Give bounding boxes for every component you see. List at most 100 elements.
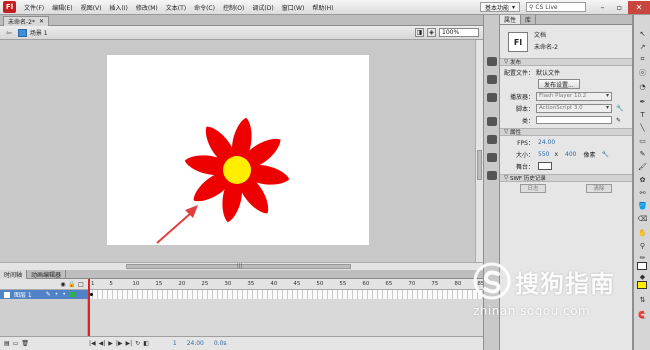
close-icon[interactable]: ✕: [39, 18, 44, 25]
maximize-button[interactable]: ▫: [611, 1, 628, 14]
menu-view[interactable]: 视图(V): [77, 3, 106, 12]
zoom-tool-icon[interactable]: ⚲: [638, 241, 647, 250]
dot-icon[interactable]: •: [62, 291, 66, 298]
flower[interactable]: [183, 116, 291, 224]
pen-tool-icon[interactable]: ✒: [638, 97, 647, 106]
menu-commands[interactable]: 命令(C): [190, 3, 219, 12]
eye-icon[interactable]: ◉: [60, 281, 66, 288]
fps-value[interactable]: 24.00: [538, 139, 555, 146]
free-transform-icon[interactable]: ⌗: [638, 55, 647, 64]
next-frame-icon[interactable]: |▶: [116, 340, 123, 347]
publish-section-header[interactable]: ▽ 发布: [500, 58, 632, 66]
clear-button[interactable]: 清除: [586, 183, 612, 193]
player-select[interactable]: Flash Player 10.2: [536, 91, 612, 101]
rectangle-tool-icon[interactable]: ▭: [638, 136, 647, 145]
3d-rotation-icon[interactable]: ◔: [638, 82, 647, 91]
hand-tool-icon[interactable]: ✋: [638, 228, 647, 237]
playhead[interactable]: [88, 279, 90, 344]
layer-name-cell[interactable]: 图层 1 ✎ • •: [0, 290, 88, 299]
workspace-switcher[interactable]: 基本功能 ▾: [479, 2, 520, 12]
paint-bucket-icon[interactable]: 🪣: [638, 201, 647, 210]
components-icon[interactable]: [487, 153, 497, 162]
transform-icon[interactable]: [487, 135, 497, 144]
subselection-tool-icon[interactable]: ↗: [638, 42, 647, 51]
class-input[interactable]: [536, 116, 612, 124]
play-icon[interactable]: ▶: [108, 340, 113, 347]
menu-insert[interactable]: 插入(I): [105, 3, 131, 12]
minimize-button[interactable]: –: [594, 1, 611, 14]
stage-width[interactable]: 550: [538, 151, 549, 158]
script-select[interactable]: ActionScript 3.0: [536, 103, 612, 113]
wrench-icon[interactable]: 🔧: [601, 151, 608, 158]
last-frame-icon[interactable]: ▶|: [126, 340, 133, 347]
menu-help[interactable]: 帮助(H): [308, 3, 337, 12]
document-tab[interactable]: 未命名-2* ✕: [3, 16, 50, 26]
fill-color-swatch[interactable]: [637, 281, 647, 289]
menu-text[interactable]: 文本(T): [162, 3, 190, 12]
selection-tool-icon[interactable]: ↖: [638, 29, 647, 38]
prev-frame-icon[interactable]: ◀|: [99, 340, 106, 347]
menu-edit[interactable]: 编辑(E): [48, 3, 76, 12]
color-panel-icon[interactable]: [487, 57, 497, 66]
log-button[interactable]: 日志: [520, 183, 546, 193]
stage-color-swatch[interactable]: [538, 162, 552, 170]
frame-rate[interactable]: 24.00: [187, 340, 204, 347]
menu-debug[interactable]: 调试(D): [248, 3, 277, 12]
horizontal-scrollbar[interactable]: |||: [0, 262, 483, 270]
swf-section-header[interactable]: ▽ SWF 历史记录: [500, 174, 632, 182]
frame-ruler[interactable]: 1510152025303540455055606570758085909510…: [88, 279, 557, 290]
props-section-header[interactable]: ▽ 属性: [500, 128, 632, 136]
lasso-tool-icon[interactable]: ⓞ: [638, 68, 647, 77]
layer-color-icon[interactable]: [69, 292, 75, 297]
zoom-select[interactable]: 100%: [439, 28, 479, 37]
new-layer-icon[interactable]: ▤: [4, 340, 10, 347]
back-arrow-icon[interactable]: ⇦: [6, 29, 12, 37]
snap-icon[interactable]: 🧲: [638, 310, 647, 319]
frame-cells[interactable]: [88, 290, 483, 299]
lock-icon[interactable]: 🔒: [68, 281, 75, 288]
tab-properties[interactable]: 属性: [500, 15, 522, 24]
pencil-icon[interactable]: ✎: [616, 117, 621, 124]
first-frame-icon[interactable]: |◀: [89, 340, 96, 347]
menu-control[interactable]: 控制(O): [219, 3, 248, 12]
stage[interactable]: [107, 55, 369, 245]
eraser-tool-icon[interactable]: ⌫: [638, 214, 648, 223]
tab-library[interactable]: 库: [521, 15, 537, 24]
cs-live-search[interactable]: ⚲ CS Live: [526, 2, 586, 12]
close-button[interactable]: ✕: [628, 0, 650, 14]
dot-icon[interactable]: •: [55, 291, 59, 298]
layer-row[interactable]: 图层 1 ✎ • •: [0, 290, 483, 299]
vertical-scrollbar[interactable]: [475, 40, 483, 262]
edit-symbol-icon[interactable]: ◈: [427, 28, 436, 37]
swatches-icon[interactable]: [487, 75, 497, 84]
deco-tool-icon[interactable]: ✿: [638, 175, 647, 184]
keyframe-marker[interactable]: [90, 293, 93, 296]
menu-modify[interactable]: 修改(M): [132, 3, 162, 12]
vertical-scroll-thumb[interactable]: [477, 150, 482, 180]
publish-settings-button[interactable]: 发布设置...: [538, 79, 580, 89]
menu-file[interactable]: 文件(F): [20, 3, 48, 12]
wrench-icon[interactable]: 🔧: [616, 105, 623, 112]
new-folder-icon[interactable]: ▭: [13, 340, 19, 347]
align-icon[interactable]: [487, 93, 497, 102]
swap-colors-icon[interactable]: ⇅: [638, 295, 647, 304]
tab-motion-editor[interactable]: 动画编辑器: [27, 270, 67, 279]
ruler-tick-label: 30: [224, 281, 232, 287]
layer-name: 图层 1: [14, 292, 32, 299]
info-icon[interactable]: [487, 117, 497, 126]
tab-timeline[interactable]: 时间轴: [0, 270, 28, 279]
bone-tool-icon[interactable]: ⚯: [638, 188, 647, 197]
delete-layer-icon[interactable]: 🗑: [21, 340, 29, 347]
stage-height[interactable]: 400: [565, 151, 576, 158]
onion-skin-icon[interactable]: ◧: [143, 340, 149, 347]
line-tool-icon[interactable]: ╲: [638, 123, 647, 132]
stroke-color-swatch[interactable]: [637, 262, 647, 270]
menu-window[interactable]: 窗口(W): [278, 3, 309, 12]
outline-icon[interactable]: □: [78, 281, 84, 288]
edit-scene-icon[interactable]: ◨: [415, 28, 424, 37]
brush-tool-icon[interactable]: 🖌: [638, 162, 647, 171]
pencil-tool-icon[interactable]: ✎: [638, 149, 647, 158]
loop-icon[interactable]: ↻: [135, 340, 140, 347]
motion-presets-icon[interactable]: [487, 171, 497, 180]
text-tool-icon[interactable]: T: [638, 110, 647, 119]
